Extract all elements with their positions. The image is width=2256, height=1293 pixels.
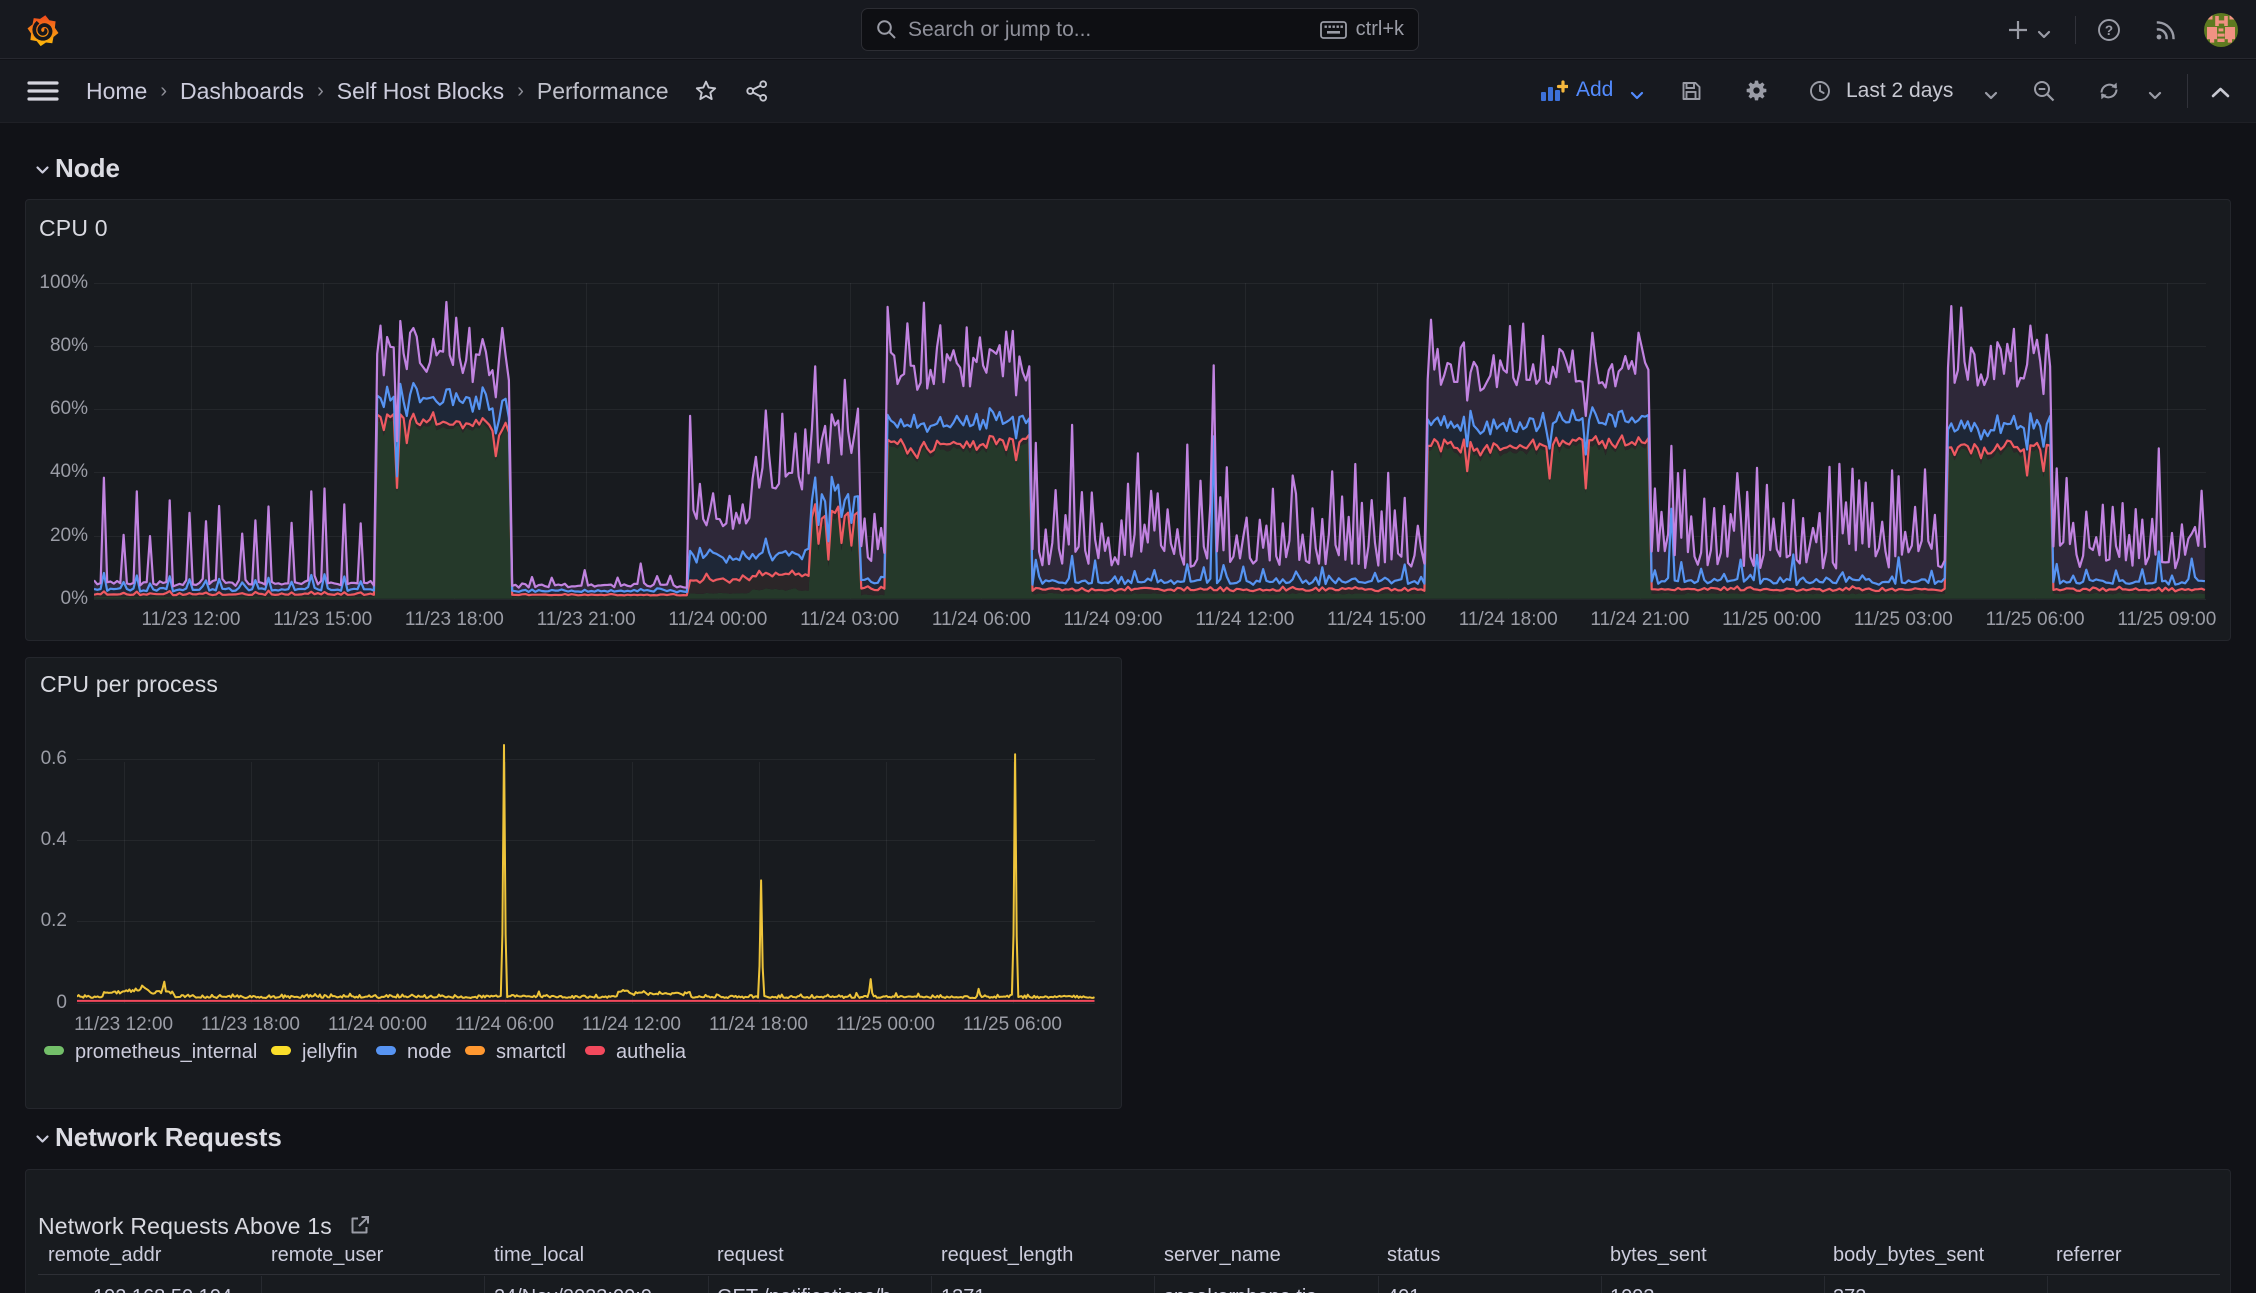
svg-text:?: ? <box>2105 23 2113 38</box>
